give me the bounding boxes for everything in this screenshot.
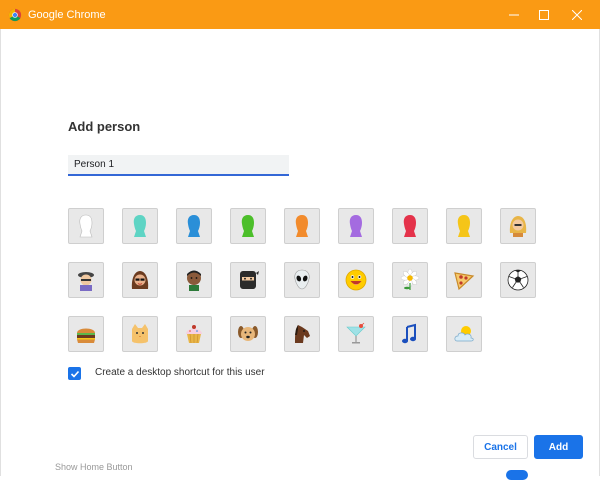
purple-silhouette-icon [349, 215, 362, 237]
avatar-red-silhouette[interactable] [392, 208, 428, 244]
avatar-music-note[interactable] [392, 316, 428, 352]
sun-cloud-icon [454, 326, 474, 342]
avatar-horse[interactable] [284, 316, 320, 352]
avatar-alien[interactable] [284, 262, 320, 298]
yellow-silhouette-icon [457, 215, 470, 237]
avatar-ninja[interactable] [230, 262, 266, 298]
avatar-burger[interactable] [68, 316, 104, 352]
woman-sunglasses-icon [131, 271, 149, 289]
white-silhouette-icon [79, 214, 93, 238]
avatar-cocktail[interactable] [338, 316, 374, 352]
red-silhouette-icon [403, 215, 416, 237]
cancel-button[interactable]: Cancel [473, 435, 528, 459]
minimize-button[interactable] [497, 0, 531, 29]
close-icon [572, 9, 582, 20]
add-button[interactable]: Add [534, 435, 583, 459]
man-face-icon [187, 270, 201, 291]
title-bar: Google Chrome [0, 0, 600, 29]
horse-icon [295, 325, 310, 343]
blue-silhouette-icon [187, 215, 200, 237]
cocktail-icon [346, 322, 366, 344]
soccer-ball-icon [507, 269, 529, 291]
maximize-button[interactable] [527, 0, 561, 29]
close-button[interactable] [560, 0, 594, 29]
avatar-white-silhouette[interactable] [68, 208, 104, 244]
avatar-teal-silhouette[interactable] [122, 208, 158, 244]
avatar-flower[interactable] [392, 262, 428, 298]
dialog-heading: Add person [68, 119, 141, 134]
avatar-woman-sunglasses[interactable] [122, 262, 158, 298]
alien-icon [294, 269, 310, 290]
orange-silhouette-icon [295, 215, 308, 237]
avatar-man-face[interactable] [176, 262, 212, 298]
window-title: Google Chrome [28, 8, 106, 21]
avatar-sun-cloud[interactable] [446, 316, 482, 352]
green-silhouette-icon [241, 215, 254, 237]
smiley-icon [345, 269, 367, 291]
avatar-yellow-silhouette[interactable] [446, 208, 482, 244]
avatar-pizza[interactable] [446, 262, 482, 298]
avatar-purple-silhouette[interactable] [338, 208, 374, 244]
avatar-blue-silhouette[interactable] [176, 208, 212, 244]
avatar-ninja-boy[interactable] [68, 262, 104, 298]
cupcake-icon [186, 325, 202, 344]
burger-icon [77, 328, 95, 343]
maximize-icon [539, 9, 549, 20]
blonde-woman-icon [509, 216, 527, 237]
avatar-cupcake[interactable] [176, 316, 212, 352]
avatar-dog[interactable] [230, 316, 266, 352]
background-setting-text: Show Home Button [55, 462, 133, 472]
person-name-input[interactable] [68, 155, 289, 176]
cat-icon [132, 324, 148, 344]
music-note-icon [402, 323, 416, 344]
pizza-icon [454, 272, 475, 291]
teal-silhouette-icon [133, 215, 146, 237]
avatar-soccer-ball[interactable] [500, 262, 536, 298]
minimize-icon [509, 14, 519, 15]
avatar-orange-silhouette[interactable] [284, 208, 320, 244]
dog-icon [238, 326, 258, 341]
desktop-shortcut-label: Create a desktop shortcut for this user [95, 367, 265, 378]
flower-icon [400, 268, 420, 290]
avatar-cat[interactable] [122, 316, 158, 352]
background-toggle [506, 470, 528, 480]
desktop-shortcut-checkbox[interactable] [68, 367, 81, 380]
avatar-green-silhouette[interactable] [230, 208, 266, 244]
avatar-blonde-woman[interactable] [500, 208, 536, 244]
ninja-icon [240, 271, 259, 289]
avatar-smiley[interactable] [338, 262, 374, 298]
checkmark-icon [70, 370, 79, 378]
ninja-boy-icon [78, 272, 94, 291]
chrome-icon [8, 8, 22, 21]
avatar-grid [68, 208, 536, 352]
